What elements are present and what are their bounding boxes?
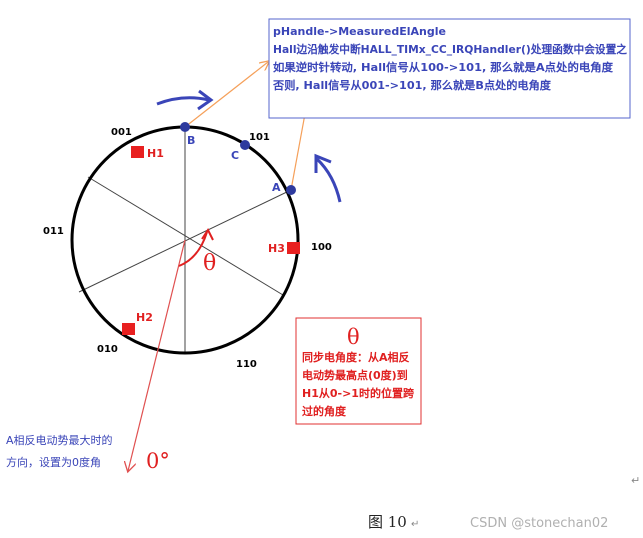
sync-angle-note-symbol: θ [347, 325, 360, 349]
figure-caption: 图 10 [368, 513, 407, 531]
sync-angle-note-line2: 电动势最高点(0度)到 [302, 368, 408, 382]
motor-hall-diagram: pHandle->MeasuredElAngle Hall边沿触发中断HALL_… [6, 18, 640, 531]
hall-sensor-h2-label: H2 [136, 311, 153, 324]
point-b-marker [180, 122, 190, 132]
sector-code-110: 110 [236, 359, 257, 370]
sector-code-001: 001 [111, 127, 132, 138]
return-mark-caption: ↵ [411, 519, 419, 530]
sector-code-010: 010 [97, 344, 118, 355]
point-b-label: B [187, 134, 195, 147]
zero-degree-direction-line [128, 239, 186, 471]
pointer-line-b [184, 62, 268, 128]
top-note-line2: Hall边沿触发中断HALL_TIMx_CC_IRQHandler()处理函数中… [273, 42, 627, 56]
hall-sensor-h3-square [287, 242, 300, 254]
sector-code-100: 100 [311, 242, 332, 253]
point-c-label: C [231, 149, 239, 162]
sync-angle-note-line4: 过的角度 [302, 404, 347, 418]
sector-code-101: 101 [249, 132, 270, 143]
hall-sensor-h1-square [131, 146, 144, 158]
point-a-label: A [272, 181, 281, 194]
hall-sensor-h2-square [122, 323, 135, 335]
top-note-line4: 否则, Hall信号从001->101, 那么就是B点处的电角度 [272, 78, 552, 92]
sector-code-011: 011 [43, 226, 64, 237]
top-note-line1: pHandle->MeasuredElAngle [273, 25, 446, 38]
hall-sensor-h3-label: H3 [268, 242, 285, 255]
theta-symbol: θ [203, 251, 216, 276]
top-note-line3: 如果逆时针转动, Hall信号从100->101, 那么就是A点处的电角度 [273, 60, 614, 74]
zero-note-line2: 方向，设置为0度角 [6, 455, 101, 469]
point-a-marker [286, 185, 296, 195]
rotation-arrow-top [156, 89, 214, 111]
csdn-watermark: CSDN @stonechan02 [470, 516, 608, 531]
return-mark-right: ↵ [631, 474, 640, 487]
rotation-arrow-right [314, 153, 342, 203]
zero-note-line1: A相反电动势最大时的 [6, 433, 113, 447]
sync-angle-note-line3: H1从0->1时的位置跨 [302, 386, 415, 400]
sync-angle-note-line1: 同步电角度：从A相反 [302, 350, 410, 364]
hall-sensor-h1-label: H1 [147, 147, 164, 160]
zero-degree-label: 0° [146, 449, 170, 473]
